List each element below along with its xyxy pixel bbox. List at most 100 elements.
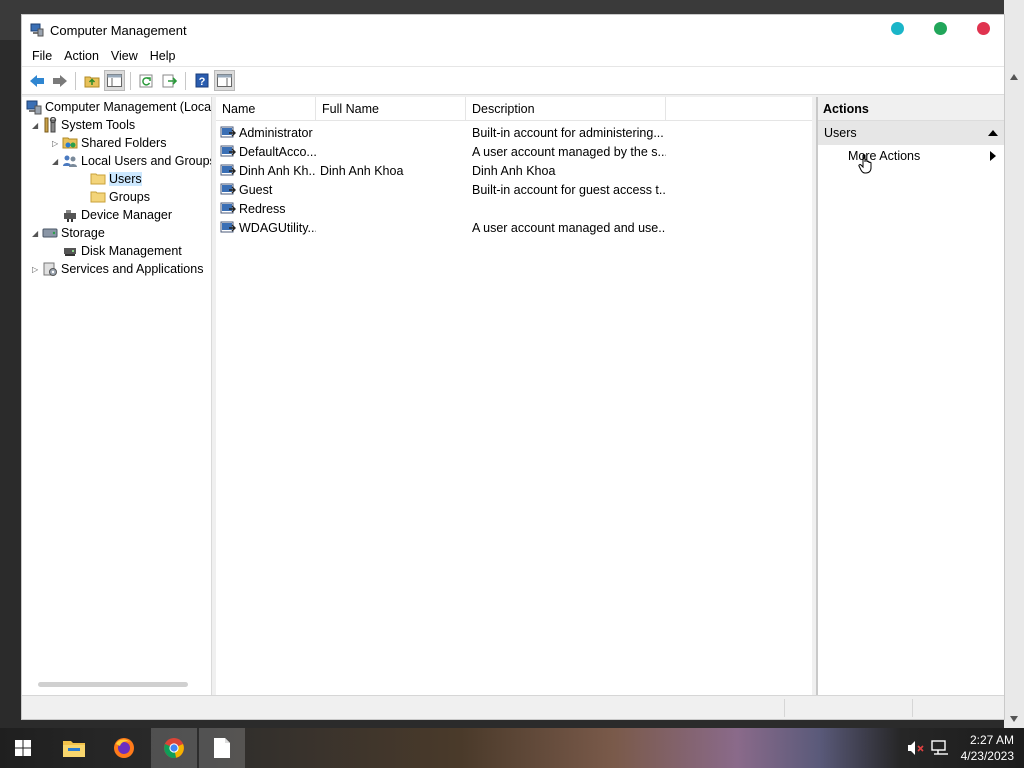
- column-header-description[interactable]: Description: [466, 97, 666, 121]
- tree-item-label: Disk Management: [81, 244, 182, 258]
- tree-item-label: Local Users and Groups: [81, 154, 212, 168]
- network-icon[interactable]: [930, 740, 951, 756]
- tree-item[interactable]: Disk Management: [52, 242, 182, 260]
- system-tools-icon: [42, 117, 58, 133]
- collapse-arrow-icon[interactable]: ◢: [32, 121, 42, 130]
- more-actions-label: More Actions: [848, 149, 921, 163]
- help-icon[interactable]: ?: [191, 70, 212, 91]
- main-content: Computer Management (Local ◢ System Tools ▷…: [22, 97, 1004, 695]
- show-hide-tree-icon[interactable]: [104, 70, 125, 91]
- expand-arrow-icon[interactable]: ▷: [52, 139, 62, 148]
- table-row[interactable]: WDAGUtility... A user account managed and…: [216, 218, 812, 237]
- clock-date: 4/23/2023: [960, 749, 1014, 763]
- taskbar-clock[interactable]: 2:27 AM 4/23/2023: [961, 732, 1014, 764]
- status-divider: [784, 699, 785, 717]
- tree-item-label: Users: [109, 172, 142, 186]
- close-button[interactable]: [977, 22, 990, 35]
- actions-section-users[interactable]: Users: [818, 121, 1004, 174]
- windows-start-icon[interactable]: [0, 728, 46, 768]
- maximize-button[interactable]: [934, 22, 947, 35]
- refresh-icon[interactable]: [136, 70, 157, 91]
- title-bar[interactable]: Computer Management: [22, 15, 1004, 45]
- tree-item-label: Groups: [109, 190, 150, 204]
- user-name-cell: Guest: [216, 182, 316, 198]
- up-folder-icon[interactable]: [81, 70, 102, 91]
- tree-item-label: Shared Folders: [81, 136, 167, 150]
- menu-view[interactable]: View: [105, 49, 144, 63]
- disk-management-icon: [62, 243, 78, 259]
- console-tree: Computer Management (Local ◢ System Tools ▷…: [22, 97, 212, 695]
- status-divider: [912, 699, 913, 717]
- menu-bar: File Action View Help: [22, 45, 1004, 67]
- tree-item[interactable]: ▷ Services and Applications: [32, 260, 203, 278]
- menu-help[interactable]: Help: [144, 49, 182, 63]
- table-row[interactable]: Dinh Anh Kh... Dinh Anh Khoa Dinh Anh Khoa: [216, 161, 812, 180]
- chrome-icon[interactable]: [151, 728, 197, 768]
- back-arrow-icon[interactable]: [26, 70, 47, 91]
- user-name-cell: WDAGUtility...: [216, 220, 316, 236]
- user-description: A user account managed and use...: [472, 220, 666, 235]
- table-row[interactable]: Administrator Built-in account for admini…: [216, 123, 812, 142]
- computer-management-icon: [26, 99, 42, 115]
- toolbar-separator: [185, 71, 186, 90]
- users-groups-icon: [62, 153, 78, 169]
- show-hide-action-pane-icon[interactable]: [214, 70, 235, 91]
- tree-item-label: Computer Management (Local: [45, 100, 212, 114]
- user-name: Administrator: [239, 125, 313, 140]
- firefox-icon[interactable]: [101, 728, 147, 768]
- table-row[interactable]: DefaultAcco... A user account managed by …: [216, 142, 812, 161]
- notepad-icon[interactable]: [199, 728, 245, 768]
- minimize-button[interactable]: [891, 22, 904, 35]
- forward-arrow-icon[interactable]: [49, 70, 70, 91]
- tree-item-label: Storage: [61, 226, 105, 240]
- tree-item[interactable]: ◢ Local Users and Groups: [52, 152, 212, 170]
- table-row[interactable]: Redress: [216, 199, 812, 218]
- tree-item[interactable]: Device Manager: [52, 206, 172, 224]
- volume-muted-icon[interactable]: [907, 740, 925, 756]
- computer-management-window: Computer Management File Action View Hel…: [21, 14, 1005, 720]
- tree-item[interactable]: Groups: [80, 188, 150, 206]
- collapse-up-icon[interactable]: [988, 130, 998, 136]
- tree-item[interactable]: ▷ Shared Folders: [52, 134, 166, 152]
- tree-item[interactable]: ◢ System Tools: [32, 116, 135, 134]
- tree-item[interactable]: ◢ Storage: [32, 224, 105, 242]
- folder-icon: [90, 189, 106, 205]
- user-name: Redress: [239, 201, 286, 216]
- column-header-full-name[interactable]: Full Name: [316, 97, 466, 121]
- system-tray: 2:27 AM 4/23/2023: [907, 728, 1024, 768]
- tree-horizontal-scrollbar[interactable]: [38, 682, 188, 687]
- user-name-cell: DefaultAcco...: [216, 144, 316, 160]
- tree-item[interactable]: Computer Management (Local: [26, 98, 212, 116]
- export-list-icon[interactable]: [159, 70, 180, 91]
- user-name-cell: Administrator: [216, 125, 316, 141]
- actions-section-label: Users: [824, 126, 857, 140]
- tree-item-label: Device Manager: [81, 208, 173, 222]
- menu-file[interactable]: File: [26, 49, 58, 63]
- user-description: A user account managed by the s...: [472, 144, 666, 159]
- user-name: WDAGUtility...: [239, 220, 316, 235]
- file-explorer-icon[interactable]: [51, 728, 97, 768]
- expand-arrow-icon[interactable]: ▷: [32, 265, 42, 274]
- menu-action[interactable]: Action: [58, 49, 105, 63]
- collapse-arrow-icon[interactable]: ◢: [32, 229, 42, 238]
- users-list-view: Name Full Name Description Administrator…: [216, 97, 812, 695]
- scroll-down-icon[interactable]: [1010, 716, 1018, 722]
- tree-item[interactable]: Users: [80, 170, 142, 188]
- user-account-icon: [220, 220, 239, 236]
- more-actions-item[interactable]: More Actions: [818, 145, 1004, 167]
- user-description: Built-in account for guest access t...: [472, 182, 666, 197]
- storage-icon: [42, 225, 58, 241]
- scroll-up-icon[interactable]: [1010, 74, 1018, 80]
- collapse-arrow-icon[interactable]: ◢: [52, 157, 62, 166]
- user-name: DefaultAcco...: [239, 144, 316, 159]
- user-name: Dinh Anh Kh...: [239, 163, 316, 178]
- actions-pane: Actions Users More Actions: [816, 97, 1004, 695]
- status-bar: [22, 695, 1004, 719]
- table-row[interactable]: Guest Built-in account for guest access t…: [216, 180, 812, 199]
- column-header-name[interactable]: Name: [216, 97, 316, 121]
- tree-item-label: Services and Applications: [61, 262, 204, 276]
- page-scrollbar-track[interactable]: [1004, 0, 1024, 728]
- folder-icon: [90, 171, 106, 187]
- page-scrollbar[interactable]: [1006, 70, 1022, 726]
- shared-folder-icon: [62, 135, 78, 151]
